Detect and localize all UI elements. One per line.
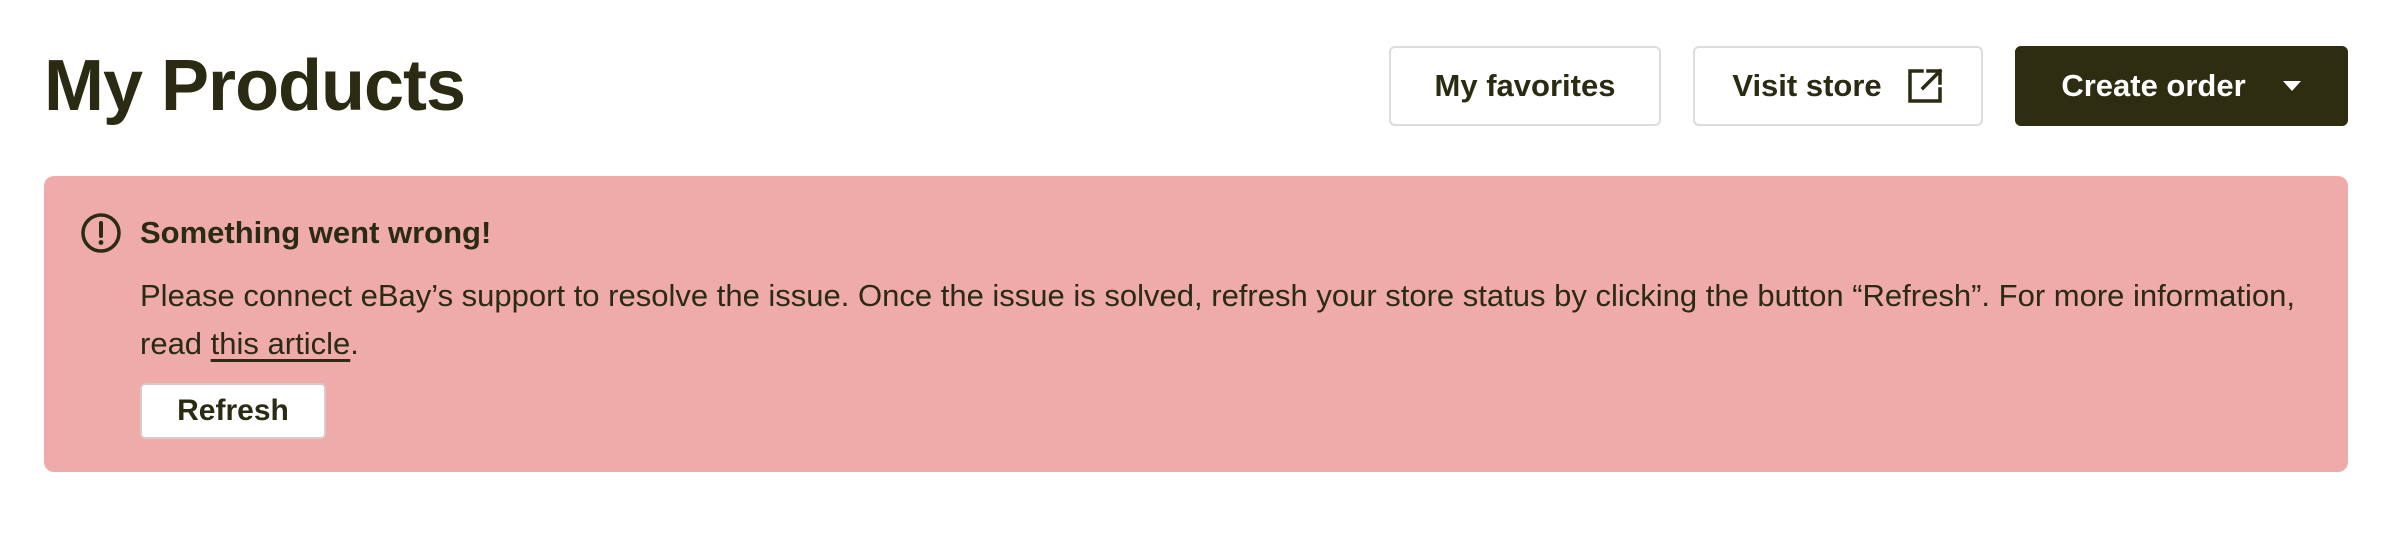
header-actions: My favorites Visit store Create order: [1389, 46, 2348, 126]
visit-store-button[interactable]: Visit store: [1693, 46, 1983, 126]
my-favorites-label: My favorites: [1434, 68, 1616, 103]
article-link[interactable]: this article: [211, 326, 351, 361]
caret-down-icon: [2282, 80, 2302, 92]
alert-message: Please connect eBay’s support to resolve…: [140, 272, 2310, 368]
create-order-label: Create order: [2061, 68, 2246, 103]
page: My Products My favorites Visit store Cre…: [0, 0, 2390, 552]
refresh-label: Refresh: [177, 394, 289, 427]
exclamation-circle-icon: [80, 212, 122, 254]
visit-store-label: Visit store: [1732, 68, 1882, 103]
external-link-icon: [1906, 67, 1944, 105]
alert-title: Something went wrong!: [140, 215, 492, 250]
refresh-button[interactable]: Refresh: [140, 383, 326, 439]
page-header: My Products My favorites Visit store Cre…: [44, 40, 2348, 132]
alert-message-text: Please connect eBay’s support to resolve…: [140, 278, 2295, 361]
my-favorites-button[interactable]: My favorites: [1389, 46, 1661, 126]
alert-message-end: .: [350, 326, 359, 361]
page-title: My Products: [44, 46, 466, 126]
error-alert: Something went wrong! Please connect eBa…: [44, 176, 2348, 472]
create-order-button[interactable]: Create order: [2015, 46, 2348, 126]
